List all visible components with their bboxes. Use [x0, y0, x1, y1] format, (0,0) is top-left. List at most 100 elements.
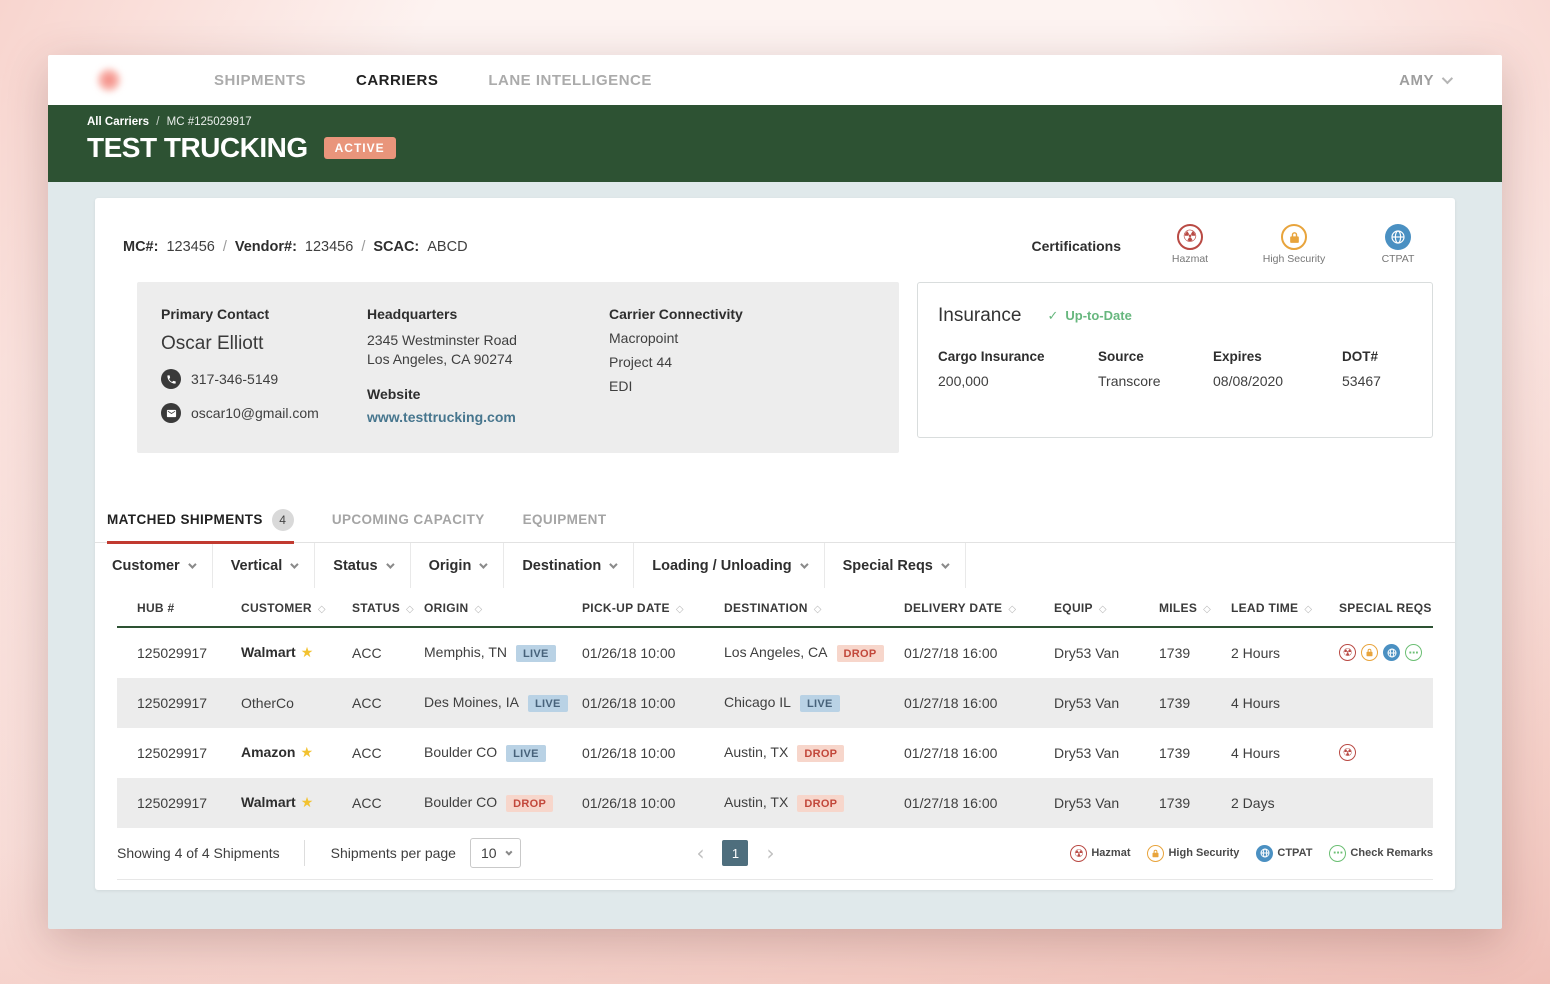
filter-bar: Customer Vertical Status Origin Destinat… [95, 543, 1455, 588]
insurance-field-dot: DOT# 53467 [1342, 349, 1381, 389]
table-row[interactable]: 125029917 Amazon★ ACC Boulder COLIVE 01/… [117, 728, 1433, 778]
equip-cell: Dry53 Van [1034, 645, 1139, 661]
live-badge: LIVE [506, 745, 546, 762]
per-page-label: Shipments per page [331, 845, 456, 861]
filter-origin[interactable]: Origin [411, 543, 505, 588]
table-header-row: HUB # CUSTOMER STATUS ORIGIN PICK-UP DAT… [117, 590, 1433, 628]
ctpat-icon [1385, 224, 1411, 250]
status-cell: ACC [332, 745, 404, 761]
chevron-down-icon [800, 560, 808, 568]
app-window: SHIPMENTS CARRIERS LANE INTELLIGENCE AMY… [48, 55, 1502, 929]
pickup-date-cell: 01/26/18 10:00 [562, 645, 704, 661]
status-cell: ACC [332, 795, 404, 811]
certifications-label: Certifications [1032, 238, 1121, 254]
chevron-down-icon [479, 560, 487, 568]
breadcrumb-all-carriers[interactable]: All Carriers [87, 116, 149, 128]
breadcrumb: All Carriers / MC #125029917 [87, 116, 1502, 128]
tab-bar: MATCHED SHIPMENTS 4 UPCOMING CAPACITY EQ… [95, 509, 1455, 543]
col-special-reqs: SPECIAL REQS [1319, 601, 1433, 615]
top-navbar: SHIPMENTS CARRIERS LANE INTELLIGENCE AMY [48, 55, 1502, 105]
filter-customer[interactable]: Customer [95, 543, 213, 588]
carrier-connectivity-label: Carrier Connectivity [609, 306, 879, 322]
carrier-info-panel: Primary Contact Oscar Elliott 317-346-51… [137, 282, 899, 453]
destination-cell: Los Angeles, CADROP [704, 644, 884, 662]
legend-high-security: High Security [1147, 845, 1239, 862]
ctpat-icon [1256, 845, 1273, 862]
next-page-button[interactable]: › [766, 841, 774, 865]
equip-cell: Dry53 Van [1034, 695, 1139, 711]
tab-upcoming-capacity[interactable]: UPCOMING CAPACITY [332, 509, 485, 542]
miles-cell: 1739 [1139, 695, 1211, 711]
app-logo[interactable] [96, 67, 122, 93]
hq-address-line1: 2345 Westminster Road [367, 331, 609, 350]
high-security-icon [1361, 644, 1378, 661]
hazmat-icon [1177, 224, 1203, 250]
table-row[interactable]: 125029917 OtherCo ACC Des Moines, IALIVE… [117, 678, 1433, 728]
destination-cell: Austin, TXDROP [704, 744, 884, 762]
miles-cell: 1739 [1139, 745, 1211, 761]
per-page-select[interactable]: 10 [470, 838, 521, 868]
table-footer: Showing 4 of 4 Shipments Shipments per p… [117, 828, 1433, 880]
primary-contact-section: Primary Contact Oscar Elliott 317-346-51… [161, 306, 367, 427]
nav-item-shipments[interactable]: SHIPMENTS [214, 72, 306, 89]
col-origin[interactable]: ORIGIN [404, 601, 562, 615]
headquarters-section: Headquarters 2345 Westminster Road Los A… [367, 306, 609, 427]
user-menu[interactable]: AMY [1399, 72, 1450, 89]
tab-equipment[interactable]: EQUIPMENT [523, 509, 607, 542]
connectivity-item: EDI [609, 378, 879, 394]
hub-number: 125029917 [117, 745, 221, 761]
contact-name: Oscar Elliott [161, 333, 367, 355]
connectivity-item: Project 44 [609, 354, 879, 370]
primary-contact-label: Primary Contact [161, 306, 367, 322]
page-number[interactable]: 1 [722, 840, 748, 866]
tab-matched-shipments[interactable]: MATCHED SHIPMENTS 4 [107, 509, 294, 542]
col-status[interactable]: STATUS [332, 601, 404, 615]
destination-cell: Chicago ILLIVE [704, 694, 884, 712]
pagination: ‹ 1 › [696, 840, 774, 866]
col-miles[interactable]: MILES [1139, 601, 1211, 615]
equip-cell: Dry53 Van [1034, 795, 1139, 811]
nav-item-lane-intelligence[interactable]: LANE INTELLIGENCE [488, 72, 652, 89]
filter-destination[interactable]: Destination [504, 543, 634, 588]
nav-item-carriers[interactable]: CARRIERS [356, 72, 438, 89]
hub-number: 125029917 [117, 695, 221, 711]
pickup-date-cell: 01/26/18 10:00 [562, 745, 704, 761]
legend-hazmat: Hazmat [1070, 845, 1130, 862]
insurance-status: Up-to-Date [1047, 308, 1131, 324]
chevron-down-icon [1442, 73, 1453, 84]
table-row[interactable]: 125029917 Walmart★ ACC Memphis, TNLIVE 0… [117, 628, 1433, 678]
certification-ctpat: CTPAT [1363, 224, 1433, 265]
phone-icon [161, 369, 181, 389]
website-link[interactable]: www.testtrucking.com [367, 409, 516, 425]
col-equip[interactable]: EQUIP [1034, 601, 1139, 615]
main-nav: SHIPMENTS CARRIERS LANE INTELLIGENCE [214, 72, 652, 89]
mc-label: MC#: [123, 239, 158, 255]
drop-badge: DROP [797, 795, 844, 812]
page-title: TEST TRUCKING [87, 132, 308, 164]
carrier-id-line: MC#: 123456 / Vendor#: 123456 / SCAC: AB… [123, 228, 468, 265]
prev-page-button[interactable]: ‹ [696, 841, 704, 865]
filter-special-reqs[interactable]: Special Reqs [825, 543, 966, 588]
chevron-down-icon [290, 560, 298, 568]
filter-loading-unloading[interactable]: Loading / Unloading [634, 543, 824, 588]
table-row[interactable]: 125029917 Walmart★ ACC Boulder CODROP 01… [117, 778, 1433, 828]
content-area: MC#: 123456 / Vendor#: 123456 / SCAC: AB… [48, 182, 1502, 890]
customer-cell: Amazon★ [221, 744, 332, 761]
carrier-connectivity-section: Carrier Connectivity Macropoint Project … [609, 306, 879, 427]
special-reqs-cell [1319, 644, 1433, 661]
matched-shipments-table: HUB # CUSTOMER STATUS ORIGIN PICK-UP DAT… [117, 590, 1433, 828]
filter-vertical[interactable]: Vertical [213, 543, 316, 588]
col-customer[interactable]: CUSTOMER [221, 601, 332, 615]
col-pickup-date[interactable]: PICK-UP DATE [562, 601, 704, 615]
col-destination[interactable]: DESTINATION [704, 601, 884, 615]
col-delivery-date[interactable]: DELIVERY DATE [884, 601, 1034, 615]
filter-status[interactable]: Status [315, 543, 410, 588]
check-remarks-icon [1405, 644, 1422, 661]
delivery-date-cell: 01/27/18 16:00 [884, 745, 1034, 761]
lead-time-cell: 4 Hours [1211, 745, 1319, 761]
col-lead-time[interactable]: LEAD TIME [1211, 601, 1319, 615]
miles-cell: 1739 [1139, 645, 1211, 661]
legend-check-remarks: Check Remarks [1329, 845, 1433, 862]
contact-phone-value: 317-346-5149 [191, 371, 278, 387]
breadcrumb-current: MC #125029917 [167, 116, 252, 128]
